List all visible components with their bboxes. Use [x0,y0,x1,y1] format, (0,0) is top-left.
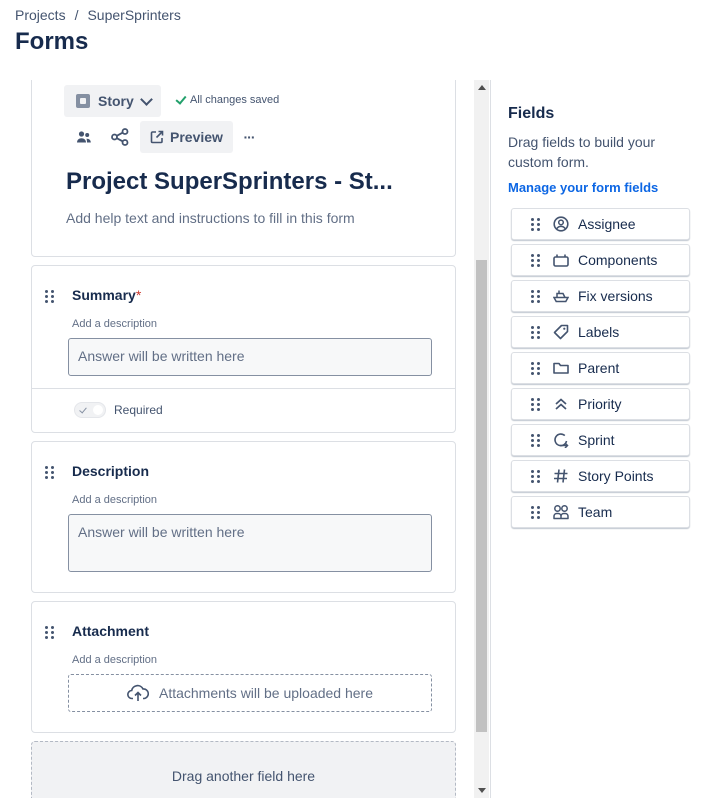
field-label[interactable]: Description [72,463,149,479]
field-item-label: Assignee [578,216,636,232]
field-item-label: Parent [578,360,620,376]
field-item-label: Priority [578,396,622,412]
breadcrumb-separator: / [74,7,79,23]
scroll-down-arrow-icon[interactable] [478,788,486,793]
team-icon [553,504,569,520]
field-item-fix-versions[interactable]: Fix versions [511,280,690,312]
drop-zone[interactable]: Drag another field here [31,741,456,798]
ship-icon [553,288,569,304]
form-field-attachment[interactable]: Attachment Add a description Attachments… [31,601,456,733]
drag-handle-icon[interactable] [45,290,55,303]
person-circle-icon [553,216,569,232]
drag-handle-icon[interactable] [531,469,540,483]
answer-placeholder-field[interactable]: Answer will be written here [68,338,432,376]
field-item-label: Components [578,252,658,268]
field-item-label: Fix versions [578,288,653,304]
field-label[interactable]: Summary* [72,287,141,303]
drag-handle-icon[interactable] [531,217,540,231]
field-item-parent[interactable]: Parent [511,352,690,384]
field-item-team[interactable]: Team [511,496,690,528]
component-icon [553,252,569,268]
tag-icon [553,324,569,340]
manage-form-fields-link[interactable]: Manage your form fields [508,180,658,195]
hash-icon [553,468,569,484]
required-toggle[interactable] [74,402,106,418]
field-description[interactable]: Add a description [72,654,157,666]
upload-placeholder-text: Attachments will be uploaded here [158,685,374,701]
share-users-button[interactable] [70,121,98,153]
more-actions-button[interactable]: ··· [236,121,262,153]
check-icon [79,405,87,414]
field-description[interactable]: Add a description [72,318,157,330]
drag-handle-icon[interactable] [531,505,540,519]
attachment-upload-area[interactable]: Attachments will be uploaded here [68,674,432,712]
drag-handle-icon[interactable] [531,289,540,303]
scrollbar[interactable] [474,80,489,798]
drag-handle-icon[interactable] [531,253,540,267]
issue-type-dropdown[interactable]: Story [64,85,161,117]
breadcrumb: Projects / SuperSprinters [15,7,181,23]
drag-handle-icon[interactable] [531,397,540,411]
field-item-label: Team [578,504,613,520]
story-type-icon [76,94,90,108]
form-field-description[interactable]: Description Add a description Answer wil… [31,441,456,593]
folder-icon [553,360,569,376]
preview-button-label: Preview [170,129,223,145]
save-status-text: All changes saved [190,94,280,106]
field-item-assignee[interactable]: Assignee [511,208,690,240]
field-description[interactable]: Add a description [72,494,157,506]
field-item-labels[interactable]: Labels [511,316,690,348]
fields-panel: Fields Drag fields to build your custom … [490,80,703,798]
drag-handle-icon[interactable] [531,361,540,375]
divider [32,388,455,389]
form-field-summary[interactable]: Summary* Add a description Answer will b… [31,265,456,433]
fields-heading: Fields [508,105,555,122]
field-label-text: Summary [72,287,136,303]
field-item-label: Sprint [578,432,615,448]
share-button[interactable] [106,121,134,153]
field-item-sprint[interactable]: Sprint [511,424,690,456]
breadcrumb-projects-link[interactable]: Projects [15,7,66,23]
field-item-label: Story Points [578,468,654,484]
drag-handle-icon[interactable] [531,325,540,339]
field-item-components[interactable]: Components [511,244,690,276]
form-canvas: Story All changes saved Preview ··· Proj… [30,80,460,798]
breadcrumb-project-link[interactable]: SuperSprinters [87,7,180,23]
required-asterisk: * [135,287,142,303]
form-header-card: Story All changes saved Preview ··· Proj… [31,80,456,257]
scroll-up-arrow-icon[interactable] [478,85,486,90]
sprint-icon [553,432,569,448]
toggle-knob [93,405,103,415]
field-item-priority[interactable]: Priority [511,388,690,420]
scrollbar-thumb[interactable] [476,260,487,732]
cloud-upload-icon [127,684,149,701]
save-status: All changes saved [175,92,280,106]
drag-handle-icon[interactable] [531,433,540,447]
field-item-story-points[interactable]: Story Points [511,460,690,492]
priority-chevrons-icon [553,396,569,412]
check-icon [175,92,187,105]
preview-button[interactable]: Preview [140,121,233,153]
page-title: Forms [15,28,89,55]
form-help-text[interactable]: Add help text and instructions to fill i… [66,210,355,226]
drag-handle-icon[interactable] [45,466,55,479]
issue-type-label: Story [98,93,134,109]
people-icon [77,131,91,143]
required-label: Required [114,403,163,417]
answer-placeholder-field[interactable]: Answer will be written here [68,514,432,572]
form-title[interactable]: Project SuperSprinters - St... [66,168,393,196]
field-label[interactable]: Attachment [72,623,149,639]
drag-handle-icon[interactable] [45,626,55,639]
share-icon [111,128,129,146]
external-link-icon [150,130,164,144]
chevron-down-icon [139,92,153,106]
fields-subtitle: Drag fields to build your custom form. [508,134,656,170]
field-item-label: Labels [578,324,620,340]
